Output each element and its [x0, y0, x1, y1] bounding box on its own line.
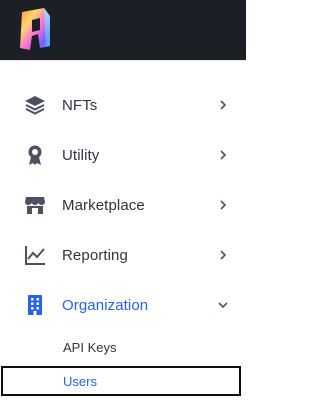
nav-item-reporting[interactable]: Reporting [0, 230, 246, 280]
chevron-right-icon [216, 248, 230, 262]
storefront-icon [24, 194, 46, 216]
app-header [0, 0, 246, 61]
subnav-item-api-keys[interactable]: API Keys [0, 332, 246, 362]
nav-item-utility[interactable]: Utility [0, 130, 246, 180]
building-icon [24, 294, 46, 316]
chevron-down-icon [216, 298, 230, 312]
badge-icon [24, 144, 46, 166]
nav-item-marketplace[interactable]: Marketplace [0, 180, 246, 230]
nav-item-organization[interactable]: Organization [0, 280, 246, 330]
nav-item-label: Marketplace [62, 196, 145, 214]
nav-item-label: Utility [62, 146, 100, 164]
nav-item-label: NFTs [62, 96, 98, 114]
header-divider [0, 60, 246, 61]
nav-item-label: Organization [62, 296, 149, 314]
layers-icon [24, 94, 46, 116]
nav-item-label: Reporting [62, 246, 128, 264]
brand-logo-icon[interactable] [14, 6, 56, 52]
chevron-right-icon [216, 148, 230, 162]
chevron-right-icon [216, 98, 230, 112]
line-chart-icon [24, 244, 46, 266]
subnav-item-users[interactable]: Users [1, 366, 241, 396]
subnav-item-label: API Keys [63, 339, 117, 355]
subnav-item-label: Users [63, 373, 97, 389]
nav-item-nfts[interactable]: NFTs [0, 80, 246, 130]
chevron-right-icon [216, 198, 230, 212]
